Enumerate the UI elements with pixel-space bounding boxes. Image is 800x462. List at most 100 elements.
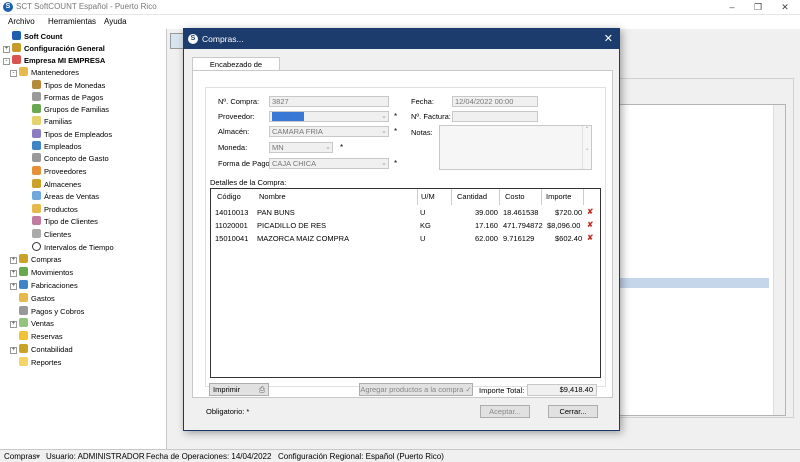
- status-dropdown-icon[interactable]: ▾: [36, 452, 40, 461]
- label-factura: Nº. Factura:: [411, 112, 451, 121]
- label-proveedor: Proveedor:: [218, 112, 255, 121]
- notas-textarea[interactable]: ⌃ ⌄: [439, 125, 592, 170]
- column-divider: [451, 189, 452, 205]
- table-row[interactable]: 11020001 PICADILLO DE RES KG 17.160 471.…: [211, 220, 600, 232]
- group-icon: [32, 104, 41, 113]
- chevron-down-icon[interactable]: ⌄: [325, 143, 331, 152]
- almacen-select[interactable]: CAMARA FRIA ⌄: [269, 126, 389, 137]
- expand-icon[interactable]: +: [10, 283, 17, 290]
- chevron-down-icon[interactable]: ⌄: [381, 112, 387, 121]
- tree-item-ventas[interactable]: Ventas: [19, 318, 54, 330]
- tree-item-gastos[interactable]: Gastos: [19, 293, 55, 305]
- status-region: Configuración Regional: Español (Puerto …: [278, 452, 444, 461]
- tree-item-soft-count[interactable]: Soft Count: [12, 31, 62, 43]
- tree-item-contabilidad[interactable]: Contabilidad: [19, 344, 73, 356]
- status-fecha: Fecha de Operaciones: 14/04/2022: [146, 452, 272, 461]
- tree-item-grupos-familias[interactable]: Grupos de Familias: [32, 104, 109, 116]
- delete-row-icon[interactable]: ✘: [587, 221, 594, 229]
- dialog-logo-icon: S: [188, 34, 198, 44]
- tree-item-concepto-gasto[interactable]: Concepto de Gasto: [32, 153, 109, 165]
- expand-icon[interactable]: +: [10, 347, 17, 354]
- background-scrollbar[interactable]: [773, 105, 785, 415]
- compra-field[interactable]: 3827: [269, 96, 389, 107]
- column-header-importe[interactable]: Importe: [546, 192, 571, 201]
- expenses-icon: [19, 293, 28, 302]
- form-box: Nº. Compra: 3827 Proveedor: XXXXXX ⌄ * Al…: [205, 87, 606, 387]
- column-header-codigo[interactable]: Código: [217, 192, 241, 201]
- required-mark: *: [340, 143, 344, 152]
- menu-herramientas[interactable]: Herramientas: [48, 17, 96, 26]
- close-window-icon[interactable]: ✕: [773, 1, 797, 13]
- menu-archivo[interactable]: Archivo: [8, 17, 35, 26]
- tree-item-pagos-cobros[interactable]: Pagos y Cobros: [19, 306, 84, 318]
- proveedor-select[interactable]: XXXXXX ⌄: [269, 111, 389, 122]
- tree-item-areas-ventas[interactable]: Áreas de Ventas: [32, 191, 99, 203]
- tree-item-movimientos[interactable]: Movimientos: [19, 267, 73, 279]
- tree-item-proveedores[interactable]: Proveedores: [32, 166, 87, 178]
- factura-field[interactable]: [452, 111, 538, 122]
- tree-item-formas-pagos[interactable]: Formas de Pagos: [32, 92, 103, 104]
- background-selected-row[interactable]: [617, 278, 769, 288]
- tab-panel: Nº. Compra: 3827 Proveedor: XXXXXX ⌄ * Al…: [192, 70, 613, 398]
- imprimir-button[interactable]: Imprimir ⎙: [209, 383, 269, 396]
- tree-item-tipos-empleados[interactable]: Tipos de Empleados: [32, 129, 112, 141]
- tree-item-reportes[interactable]: Reportes: [19, 357, 61, 369]
- tree-item-almacenes[interactable]: Almacenes: [32, 179, 81, 191]
- movements-icon: [19, 267, 28, 276]
- agregar-productos-button[interactable]: Agregar productos a la compra ✓: [359, 383, 473, 396]
- maximize-icon[interactable]: ❐: [746, 1, 770, 13]
- tree-item-mantenedores[interactable]: Mantenedores: [19, 67, 79, 79]
- navigation-tree: Soft Count + Configuración General - Emp…: [0, 29, 167, 449]
- table-row[interactable]: 15010041 MAZORCA MAIZ COMPRA U 62.000 9.…: [211, 233, 600, 245]
- delete-row-icon[interactable]: ✘: [587, 208, 594, 216]
- dialog-close-icon[interactable]: ✕: [604, 32, 613, 45]
- status-bar: Compras ▾ Usuario: ADMINISTRADOR Fecha d…: [0, 449, 800, 462]
- column-divider: [499, 189, 500, 205]
- tree-item-compras[interactable]: Compras: [19, 254, 61, 266]
- expand-icon[interactable]: +: [3, 46, 10, 53]
- moneda-select[interactable]: MN ⌄: [269, 142, 333, 153]
- clock-icon: [32, 242, 41, 251]
- label-compra: Nº. Compra:: [218, 97, 260, 106]
- column-header-cantidad[interactable]: Cantidad: [457, 192, 487, 201]
- tree-item-tipo-clientes[interactable]: Tipo de Clientes: [32, 216, 98, 228]
- expand-icon[interactable]: +: [10, 270, 17, 277]
- column-header-nombre[interactable]: Nombre: [259, 192, 286, 201]
- label-forma-pago: Forma de Pago:: [218, 159, 272, 168]
- expand-icon[interactable]: +: [10, 321, 17, 328]
- tree-item-intervalos[interactable]: Intervalos de Tiempo: [32, 242, 114, 254]
- aceptar-button[interactable]: Aceptar...: [480, 405, 530, 418]
- collapse-icon[interactable]: -: [10, 70, 17, 77]
- delete-row-icon[interactable]: ✘: [587, 234, 594, 242]
- expense-icon: [32, 153, 41, 162]
- tab-encabezado[interactable]: Encabezado de Compra...: [192, 57, 280, 82]
- checkmark-icon: ✓: [465, 385, 472, 394]
- tree-item-configuracion[interactable]: Configuración General: [12, 43, 105, 55]
- tree-item-empleados[interactable]: Empleados: [32, 141, 82, 153]
- cerrar-button[interactable]: Cerrar...: [548, 405, 598, 418]
- required-mark: *: [394, 159, 398, 168]
- tree-item-clientes[interactable]: Clientes: [32, 229, 71, 241]
- tree-item-tipos-monedas[interactable]: Tipos de Monedas: [32, 80, 105, 92]
- tree-item-empresa[interactable]: Empresa MI EMPRESA: [12, 55, 105, 67]
- forma-pago-select[interactable]: CAJA CHICA ⌄: [269, 158, 389, 169]
- expand-icon[interactable]: +: [10, 257, 17, 264]
- tree-item-productos[interactable]: Productos: [32, 204, 78, 216]
- chevron-down-icon[interactable]: ⌄: [381, 159, 387, 168]
- notes-scrollbar[interactable]: ⌃ ⌄: [582, 126, 591, 169]
- fecha-field[interactable]: 12/04/2022 00:00: [452, 96, 538, 107]
- purchases-icon: [19, 254, 28, 263]
- menu-ayuda[interactable]: Ayuda: [104, 17, 127, 26]
- table-row[interactable]: 14010013 PAN BUNS U 39.000 18.461538 $72…: [211, 207, 600, 219]
- folder-icon: [19, 67, 28, 76]
- chevron-down-icon[interactable]: ⌄: [381, 127, 387, 136]
- minimize-icon[interactable]: –: [720, 1, 744, 13]
- tree-item-familias[interactable]: Familias: [32, 116, 72, 128]
- tree-item-reservas[interactable]: Reservas: [19, 331, 63, 343]
- tree-item-fabricaciones[interactable]: Fabricaciones: [19, 280, 78, 292]
- column-header-um[interactable]: U/M: [421, 192, 435, 201]
- column-header-costo[interactable]: Costo: [505, 192, 525, 201]
- collapse-icon[interactable]: -: [3, 58, 10, 65]
- label-detalles: Detalles de la Compra:: [210, 178, 287, 187]
- detalles-grid: Código Nombre U/M Cantidad Costo Importe…: [210, 188, 601, 378]
